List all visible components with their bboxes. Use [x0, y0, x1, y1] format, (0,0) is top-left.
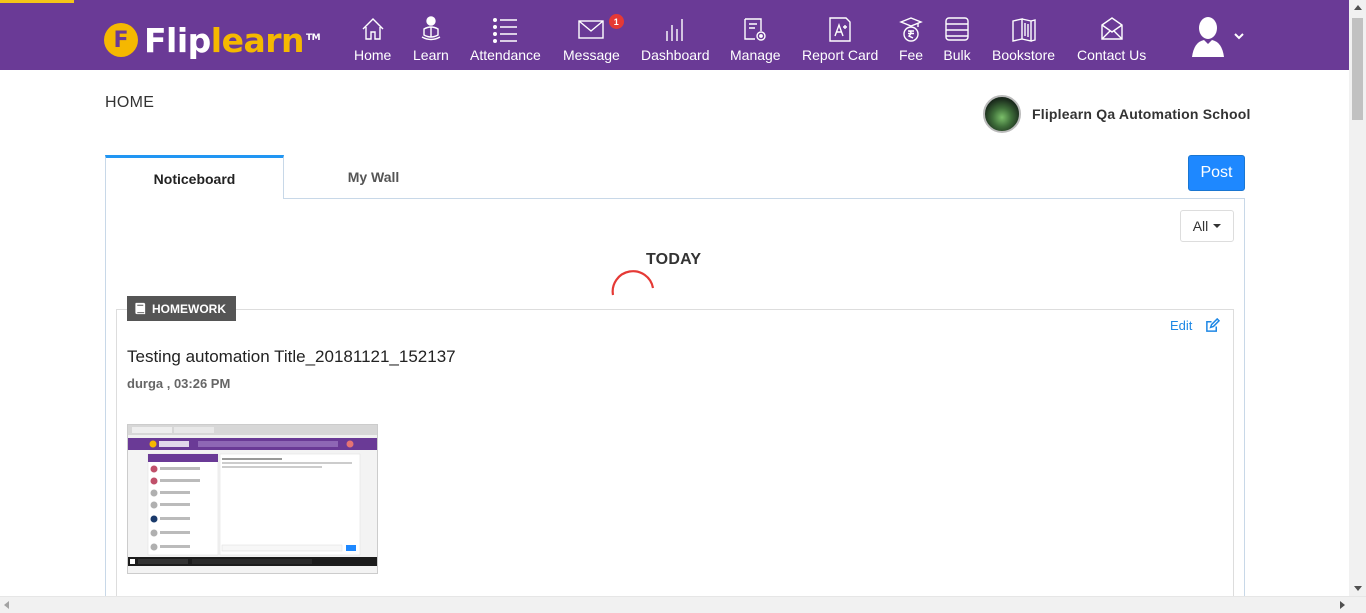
nav-dashboard[interactable]: Dashboard — [641, 15, 710, 67]
nav-home[interactable]: Home — [354, 15, 391, 67]
scroll-down-arrow-icon[interactable] — [1354, 586, 1362, 591]
scroll-up-arrow-icon[interactable] — [1354, 5, 1362, 10]
edit-post-link[interactable]: Edit — [1170, 318, 1221, 333]
horizontal-scrollbar[interactable] — [0, 596, 1366, 613]
nav-bulk[interactable]: Bulk — [943, 15, 971, 67]
report-card-icon — [829, 17, 851, 42]
chevron-down-icon — [1234, 33, 1244, 40]
learn-icon — [421, 16, 441, 41]
nav-learn[interactable]: Learn — [413, 15, 449, 67]
homework-tag: HOMEWORK — [127, 296, 236, 321]
message-icon — [578, 20, 605, 39]
section-date-label: TODAY — [646, 251, 702, 268]
tab-my-wall[interactable]: My Wall — [284, 155, 463, 199]
scroll-right-arrow-icon[interactable] — [1340, 601, 1345, 609]
school-info[interactable]: Fliplearn Qa Automation School — [983, 95, 1251, 133]
post-button[interactable]: Post — [1188, 155, 1245, 191]
nav-contact-us[interactable]: Contact Us — [1077, 15, 1146, 67]
contact-us-icon — [1100, 17, 1123, 40]
scroll-left-arrow-icon[interactable] — [4, 601, 9, 609]
caret-down-icon — [1213, 224, 1222, 228]
message-count-badge: 1 — [608, 14, 624, 29]
page-title: HOME — [105, 94, 155, 111]
post-title: Testing automation Title_20181121_152137 — [127, 347, 456, 366]
attendance-icon — [493, 18, 518, 43]
nav-manage[interactable]: Manage — [730, 15, 781, 67]
post-author-time: durga , 03:26 PM — [127, 376, 231, 391]
attachment-thumbnail[interactable] — [127, 424, 378, 574]
school-avatar — [983, 95, 1021, 133]
nav-attendance[interactable]: Attendance — [470, 15, 541, 67]
tab-noticeboard[interactable]: Noticeboard — [105, 155, 284, 199]
user-avatar-icon — [1192, 17, 1224, 57]
filter-dropdown[interactable]: All — [1180, 210, 1234, 242]
logo-mark-icon: F — [104, 23, 138, 57]
vertical-scrollbar[interactable] — [1349, 0, 1366, 596]
loading-accent-bar — [0, 0, 74, 3]
manage-icon — [744, 18, 766, 41]
fee-icon — [899, 17, 923, 42]
fliplearn-logo[interactable]: F Fliplearn TM — [104, 20, 321, 60]
home-icon — [362, 18, 384, 40]
user-menu[interactable] — [1190, 14, 1246, 58]
book-icon — [135, 302, 146, 315]
nav-fee[interactable]: Fee — [897, 15, 925, 67]
nav-message[interactable]: 1 Message — [563, 14, 624, 67]
scrollbar-thumb[interactable] — [1352, 18, 1363, 120]
top-navbar: F Fliplearn TM Home Learn Attendance 1 Me… — [0, 0, 1349, 70]
nav-bookstore[interactable]: Bookstore — [992, 15, 1055, 67]
bookstore-icon — [1011, 18, 1036, 42]
bulk-icon — [945, 17, 969, 41]
dashboard-icon — [666, 19, 683, 41]
school-name: Fliplearn Qa Automation School — [1032, 106, 1251, 122]
filter-selected-value: All — [1192, 218, 1209, 234]
edit-icon — [1206, 318, 1221, 332]
screenshot-image — [128, 425, 377, 573]
nav-report-card[interactable]: Report Card — [802, 15, 878, 67]
